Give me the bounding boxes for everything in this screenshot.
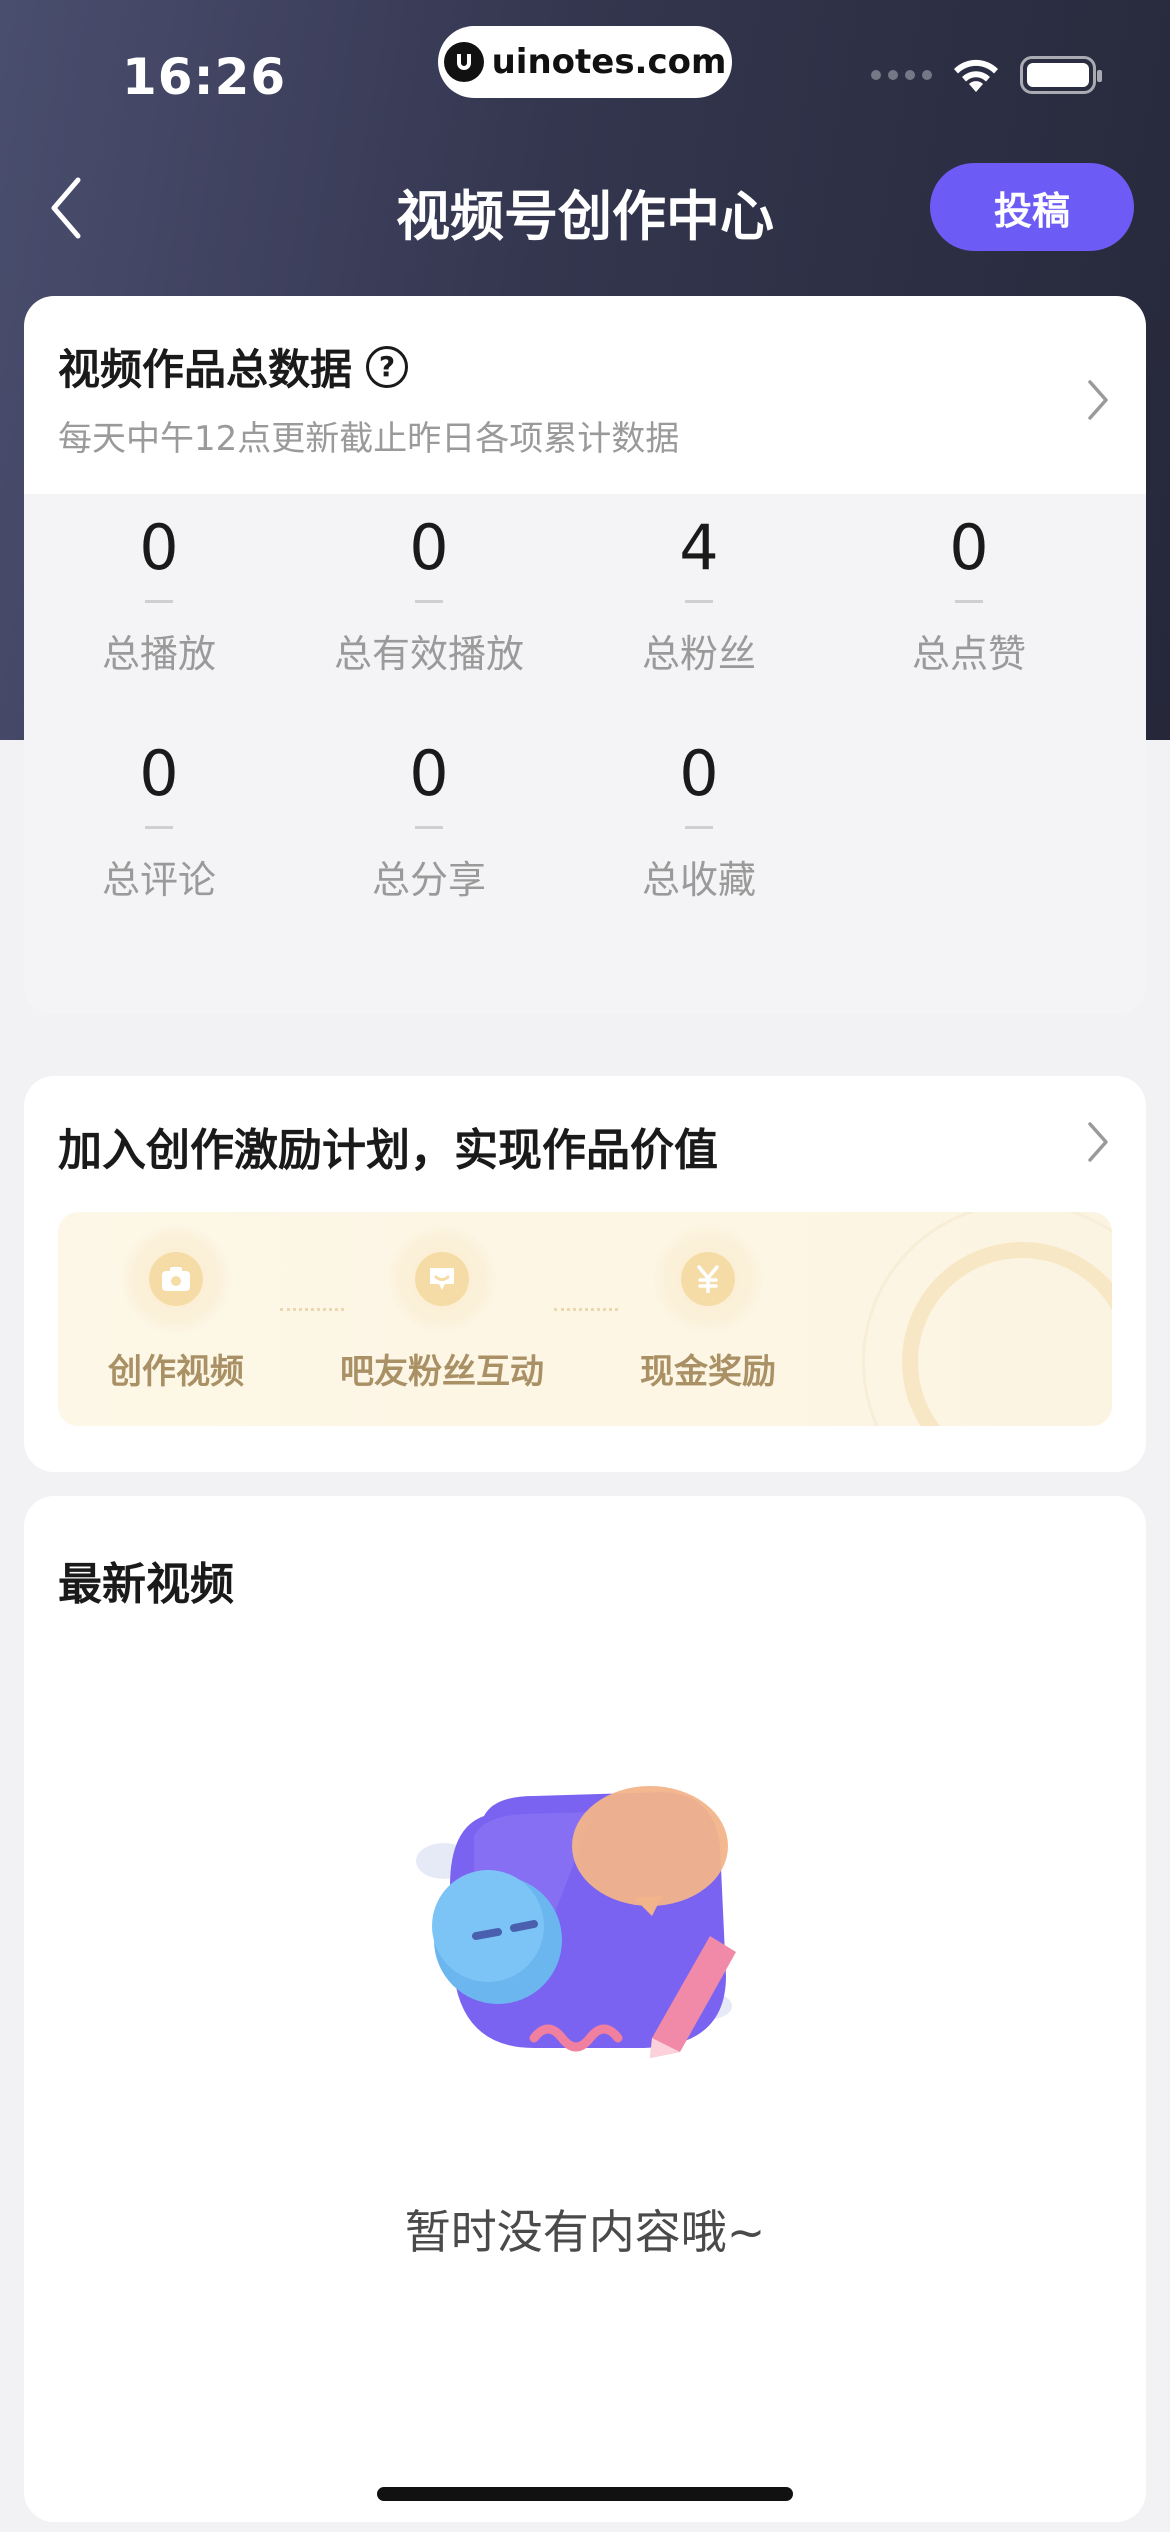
stat-label: 总播放 — [101, 632, 216, 676]
yuan-icon — [681, 1252, 735, 1306]
empty-state-illustration — [416, 1786, 736, 2058]
stat-value: 0 — [139, 511, 179, 584]
stats-body: 0 总播放 0 总有效播放 4 总粉丝 0 总点赞 0 总评论 0 总分享 0 … — [24, 494, 1146, 1014]
stats-card: 视频作品总数据 ? 每天中午12点更新截止昨日各项累计数据 0 总播放 0 总有… — [24, 296, 1146, 1014]
stat-label: 总分享 — [371, 858, 486, 902]
stat-value: 0 — [409, 511, 449, 584]
stat-total-likes[interactable]: 0 总点赞 — [834, 508, 1104, 678]
stat-total-favorites[interactable]: 0 总收藏 — [564, 734, 834, 904]
stat-label: 总点赞 — [911, 632, 1026, 676]
wifi-icon — [954, 59, 998, 92]
empty-state-text: 暂时没有内容哦~ — [404, 2205, 766, 2259]
url-pill: uinotes.com — [438, 26, 732, 98]
stat-divider — [145, 826, 173, 829]
step-label: 现金奖励 — [640, 1352, 776, 1392]
step-label: 吧友粉丝互动 — [340, 1352, 544, 1392]
stat-label: 总有效播放 — [333, 632, 524, 676]
stat-value: 0 — [949, 511, 989, 584]
latest-videos-card: 最新视频 暂时没有内容哦~ — [24, 1496, 1146, 2522]
step-label: 创作视频 — [108, 1352, 244, 1392]
stat-total-plays[interactable]: 0 总播放 — [24, 508, 294, 678]
question-circle-icon[interactable]: ? — [366, 345, 409, 388]
stat-label: 总评论 — [101, 858, 216, 902]
signal-icon — [871, 70, 932, 80]
stat-label: 总收藏 — [641, 858, 756, 902]
stats-subtitle: 每天中午12点更新截止昨日各项累计数据 — [58, 419, 680, 459]
stat-divider — [145, 600, 173, 603]
stats-title: 视频作品总数据 — [58, 345, 353, 394]
chevron-right-icon — [1088, 380, 1108, 420]
stat-value: 4 — [679, 511, 719, 584]
stat-valid-plays[interactable]: 0 总有效播放 — [294, 508, 564, 678]
stats-header[interactable]: 视频作品总数据 ? 每天中午12点更新截止昨日各项累计数据 — [24, 296, 1146, 494]
stat-value: 0 — [139, 737, 179, 810]
stat-divider — [415, 600, 443, 603]
camera-icon — [149, 1252, 203, 1306]
incentive-card[interactable]: 加入创作激励计划，实现作品价值 创作视频 吧友粉丝互动 现金奖励 — [24, 1076, 1146, 1472]
stat-total-comments[interactable]: 0 总评论 — [24, 734, 294, 904]
url-text: uinotes.com — [491, 42, 727, 82]
submit-button[interactable]: 投稿 — [930, 163, 1134, 251]
stat-total-shares[interactable]: 0 总分享 — [294, 734, 564, 904]
battery-icon — [1020, 56, 1102, 94]
stat-label: 总粉丝 — [641, 632, 756, 676]
step-cash-reward: 现金奖励 — [578, 1224, 838, 1393]
status-time: 16:26 — [122, 48, 287, 106]
stat-total-fans[interactable]: 4 总粉丝 — [564, 508, 834, 678]
stat-divider — [685, 600, 713, 603]
step-fan-interaction: 吧友粉丝互动 — [312, 1224, 572, 1393]
stat-divider — [685, 826, 713, 829]
incentive-title: 加入创作激励计划，实现作品价值 — [58, 1125, 718, 1176]
latest-videos-title: 最新视频 — [58, 1559, 234, 1610]
stat-divider — [415, 826, 443, 829]
chevron-right-icon — [1088, 1122, 1108, 1162]
chat-icon — [415, 1252, 469, 1306]
stat-value: 0 — [679, 737, 719, 810]
stat-value: 0 — [409, 737, 449, 810]
home-indicator[interactable] — [377, 2487, 793, 2501]
stat-divider — [955, 600, 983, 603]
step-create-video: 创作视频 — [58, 1224, 306, 1393]
uinotes-logo-icon — [443, 42, 484, 82]
status-icons — [871, 56, 1102, 94]
incentive-banner[interactable]: 创作视频 吧友粉丝互动 现金奖励 — [58, 1212, 1112, 1426]
